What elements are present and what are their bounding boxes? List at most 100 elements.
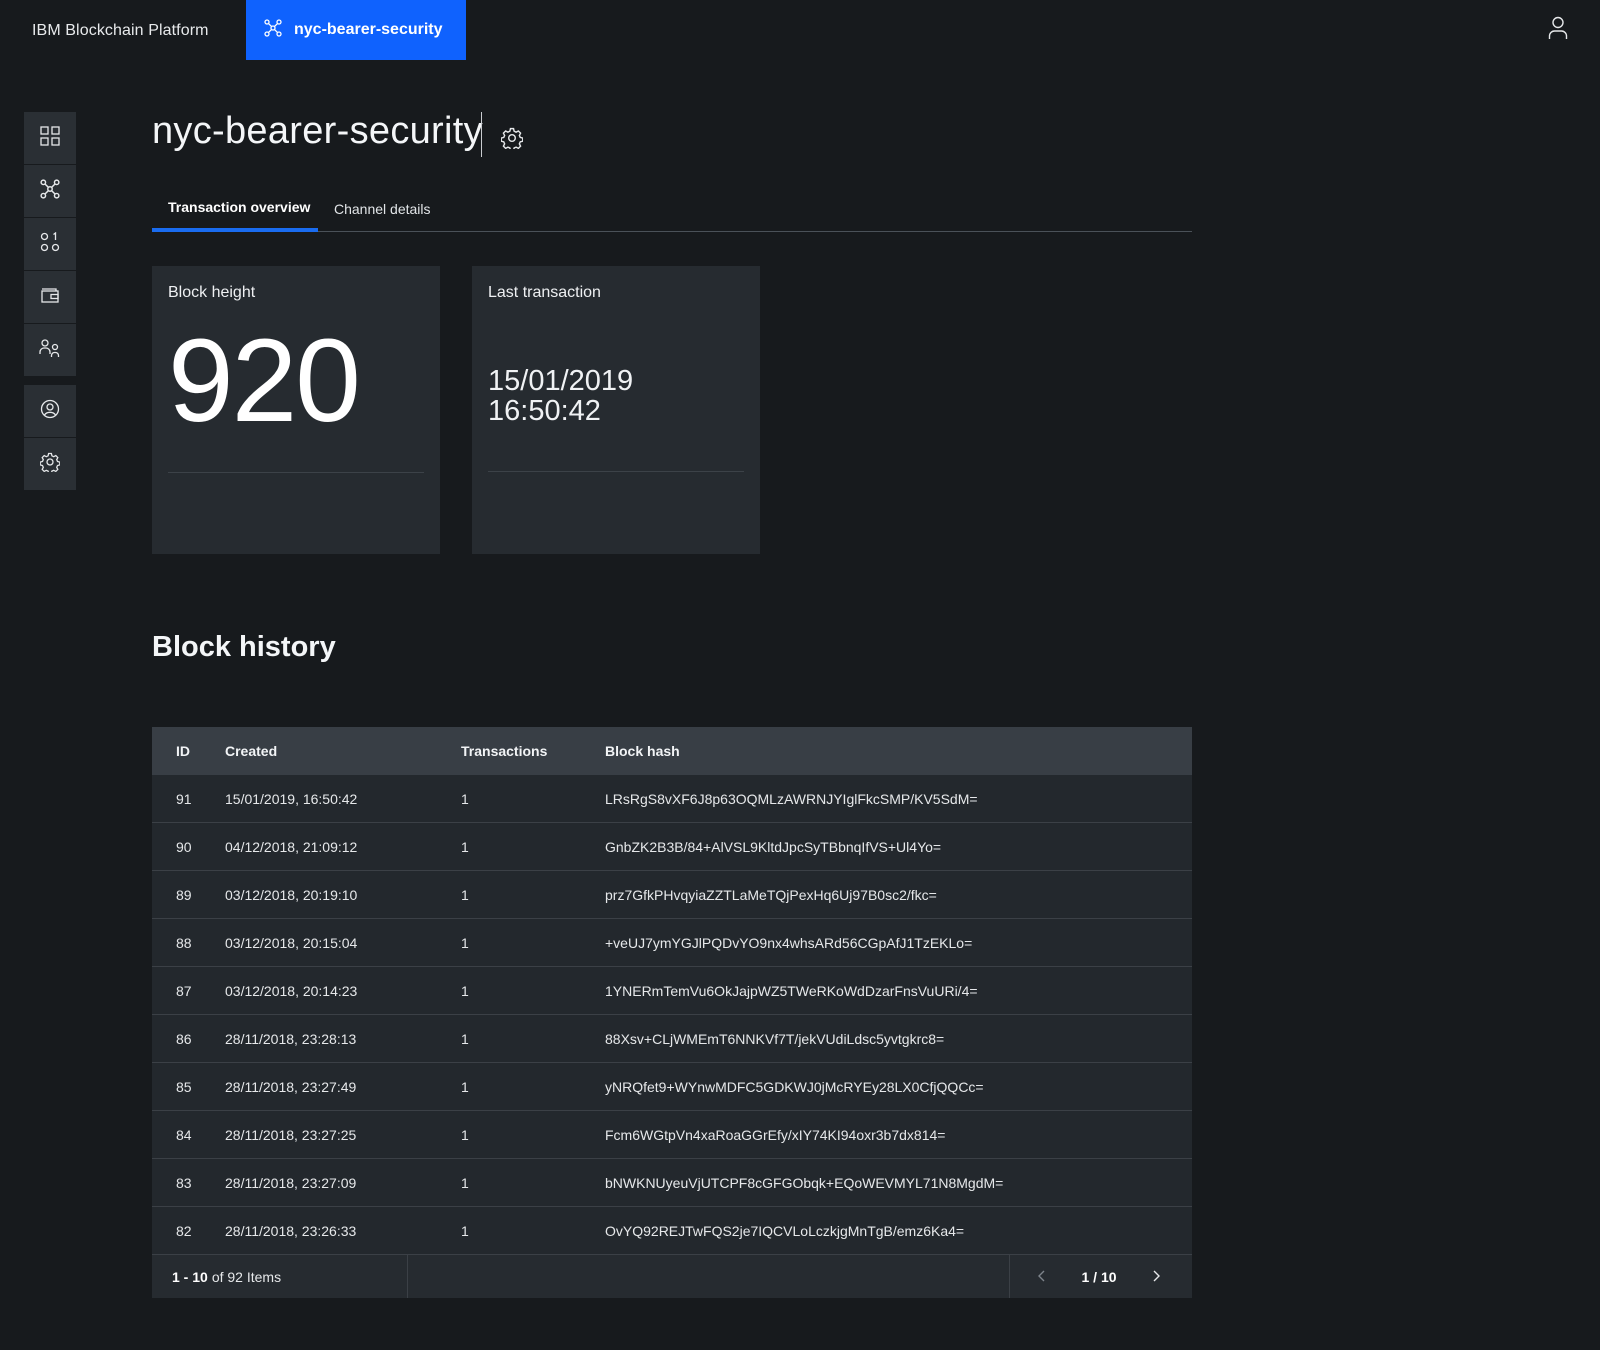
cell-id: 86: [176, 1030, 192, 1047]
pager: 1 / 10: [1010, 1255, 1192, 1298]
settings-gear-icon: [39, 452, 61, 477]
user-profile-button[interactable]: [1548, 16, 1572, 42]
cell-transactions: 1: [461, 838, 469, 855]
cell-created: 04/12/2018, 21:09:12: [225, 838, 358, 855]
cell-block-hash: Fcm6WGtpVn4xaRoaGGrEfy/xIY74KI94oxr3b7dx…: [605, 1126, 946, 1143]
table-row[interactable]: 82 28/11/2018, 23:26:33 1 OvYQ92REJTwFQS…: [152, 1207, 1192, 1255]
cell-block-hash: LRsRgS8vXF6J8p63OQMLzAWRNJYIglFkcSMP/KV5…: [605, 790, 978, 807]
cell-block-hash: bNWKNUyeuVjUTCPF8cGFGObqk+EQoWEVMYL71N8M…: [605, 1174, 1004, 1191]
cell-created: 28/11/2018, 23:27:49: [225, 1078, 357, 1095]
tab-transaction-overview[interactable]: Transaction overview: [152, 186, 318, 232]
cell-block-hash: OvYQ92REJTwFQS2je7IQCVLoLczkjgMnTgB/emz6…: [605, 1222, 965, 1239]
title-divider: [481, 112, 482, 157]
sidebar-item-dashboard[interactable]: [24, 112, 76, 164]
cell-created: 28/11/2018, 23:27:25: [225, 1126, 357, 1143]
cell-block-hash: +veUJ7ymYGJlPQDvYO9nx4whsARd56CGpAfJ1TzE…: [605, 934, 973, 951]
brand-name[interactable]: IBM Blockchain Platform: [32, 22, 209, 40]
sidebar-item-smart-contracts[interactable]: [24, 218, 76, 270]
cell-id: 85: [176, 1078, 192, 1095]
channel-settings-button[interactable]: [500, 127, 524, 152]
table-row[interactable]: 83 28/11/2018, 23:27:09 1 bNWKNUyeuVjUTC…: [152, 1159, 1192, 1207]
cell-id: 88: [176, 934, 192, 951]
next-page-button[interactable]: [1146, 1267, 1166, 1287]
column-header-transactions[interactable]: Transactions: [461, 743, 605, 759]
table-row[interactable]: 91 15/01/2019, 16:50:42 1 LRsRgS8vXF6J8p…: [152, 775, 1192, 823]
table-row[interactable]: 90 04/12/2018, 21:09:12 1 GnbZK2B3B/84+A…: [152, 823, 1192, 871]
smart-contracts-icon: [40, 231, 60, 257]
header-tab-label: nyc-bearer-security: [294, 21, 443, 38]
last-transaction-label: Last transaction: [488, 284, 601, 301]
cell-created: 28/11/2018, 23:27:09: [225, 1174, 357, 1191]
previous-page-button[interactable]: [1032, 1267, 1052, 1287]
column-header-created[interactable]: Created: [225, 743, 461, 759]
block-history-title: Block history: [152, 631, 336, 663]
cell-created: 28/11/2018, 23:26:33: [225, 1222, 357, 1239]
page-indicator: 1 / 10: [1081, 1268, 1117, 1285]
sidebar-item-channels[interactable]: [24, 165, 76, 217]
dashboard-grid-icon: [40, 125, 60, 151]
cell-block-hash: GnbZK2B3B/84+AlVSL9KltdJpcSyTBbnqIfVS+Ul…: [605, 838, 942, 855]
sidebar-item-organizations[interactable]: [24, 324, 76, 376]
last-transaction-tile: Last transaction 15/01/2019 16:50:42: [472, 266, 760, 554]
tile-divider: [488, 471, 744, 472]
sidebar-item-wallet[interactable]: [24, 271, 76, 323]
table-row[interactable]: 84 28/11/2018, 23:27:25 1 Fcm6WGtpVn4xaR…: [152, 1111, 1192, 1159]
cell-transactions: 1: [461, 886, 469, 903]
cell-transactions: 1: [461, 934, 469, 951]
chevron-left-icon: [1037, 1269, 1047, 1285]
organizations-icon: [39, 338, 61, 363]
table-row[interactable]: 89 03/12/2018, 20:19:10 1 prz7GfkPHvqyia…: [152, 871, 1192, 919]
cell-created: 15/01/2019, 16:50:42: [225, 790, 358, 807]
table-header: ID Created Transactions Block hash: [152, 727, 1192, 775]
cell-transactions: 1: [461, 790, 469, 807]
table-row[interactable]: 87 03/12/2018, 20:14:23 1 1YNERmTemVu6Ok…: [152, 967, 1192, 1015]
cell-id: 87: [176, 982, 192, 999]
cell-transactions: 1: [461, 1174, 469, 1191]
item-total: of 92 Items: [211, 1268, 282, 1285]
page-title: nyc-bearer-security: [152, 110, 483, 152]
tile-divider: [168, 472, 424, 473]
table-row[interactable]: 85 28/11/2018, 23:27:49 1 yNRQfet9+WYnwM…: [152, 1063, 1192, 1111]
cell-id: 83: [176, 1174, 192, 1191]
user-profile-icon: [40, 399, 60, 424]
last-transaction-date: 15/01/2019: [488, 365, 634, 397]
cell-id: 82: [176, 1222, 192, 1239]
side-rail: [24, 112, 76, 491]
channel-network-icon: [40, 178, 60, 204]
table-pagination: 1 - 10 of 92 Items 1 / 10: [152, 1255, 1192, 1298]
cell-id: 89: [176, 886, 192, 903]
header-tab-channel[interactable]: nyc-bearer-security: [246, 0, 466, 60]
cell-transactions: 1: [461, 1030, 469, 1047]
cell-transactions: 1: [461, 1078, 469, 1095]
last-transaction-time: 16:50:42: [488, 395, 601, 427]
channel-network-icon: [264, 18, 282, 42]
cell-block-hash: 1YNERmTemVu6OkJajpWZ5TWeRKoWdDzarFnsVuUR…: [605, 982, 978, 999]
sidebar-item-settings[interactable]: [24, 438, 76, 490]
cell-transactions: 1: [461, 1222, 469, 1239]
tab-channel-details[interactable]: Channel details: [334, 186, 431, 232]
block-history-table: ID Created Transactions Block hash 91 15…: [152, 727, 1192, 1298]
cell-block-hash: 88Xsv+CLjWMEmT6NNKVf7T/jekVUdiLdsc5yvtgk…: [605, 1030, 945, 1047]
cell-block-hash: yNRQfet9+WYnwMDFC5GDKWJ0jMcRYEy28LX0CfjQ…: [605, 1078, 984, 1095]
cell-created: 03/12/2018, 20:15:04: [225, 934, 358, 951]
block-height-label: Block height: [168, 284, 256, 301]
cell-created: 03/12/2018, 20:14:23: [225, 982, 358, 999]
cell-transactions: 1: [461, 982, 469, 999]
settings-gear-icon: [500, 127, 524, 153]
cell-block-hash: prz7GfkPHvqyiaZZTLaMeTQjPexHq6Uj97B0sc2/…: [605, 886, 937, 903]
user-icon: [1548, 16, 1568, 44]
table-row[interactable]: 88 03/12/2018, 20:15:04 1 +veUJ7ymYGJlPQ…: [152, 919, 1192, 967]
item-count: 1 - 10 of 92 Items: [152, 1255, 408, 1298]
cell-id: 91: [176, 790, 192, 807]
top-header: IBM Blockchain Platform nyc-bearer-secur…: [0, 0, 1600, 60]
chevron-right-icon: [1151, 1269, 1161, 1285]
cell-transactions: 1: [461, 1126, 469, 1143]
last-transaction-timestamp: 15/01/2019 16:50:42: [488, 366, 748, 426]
sidebar-item-user-profile[interactable]: [24, 385, 76, 437]
table-row[interactable]: 86 28/11/2018, 23:28:13 1 88Xsv+CLjWMEmT…: [152, 1015, 1192, 1063]
column-header-id[interactable]: ID: [152, 743, 225, 759]
wallet-icon: [40, 286, 60, 309]
cell-created: 28/11/2018, 23:28:13: [225, 1030, 357, 1047]
cell-id: 84: [176, 1126, 192, 1143]
column-header-block-hash[interactable]: Block hash: [605, 743, 1192, 759]
